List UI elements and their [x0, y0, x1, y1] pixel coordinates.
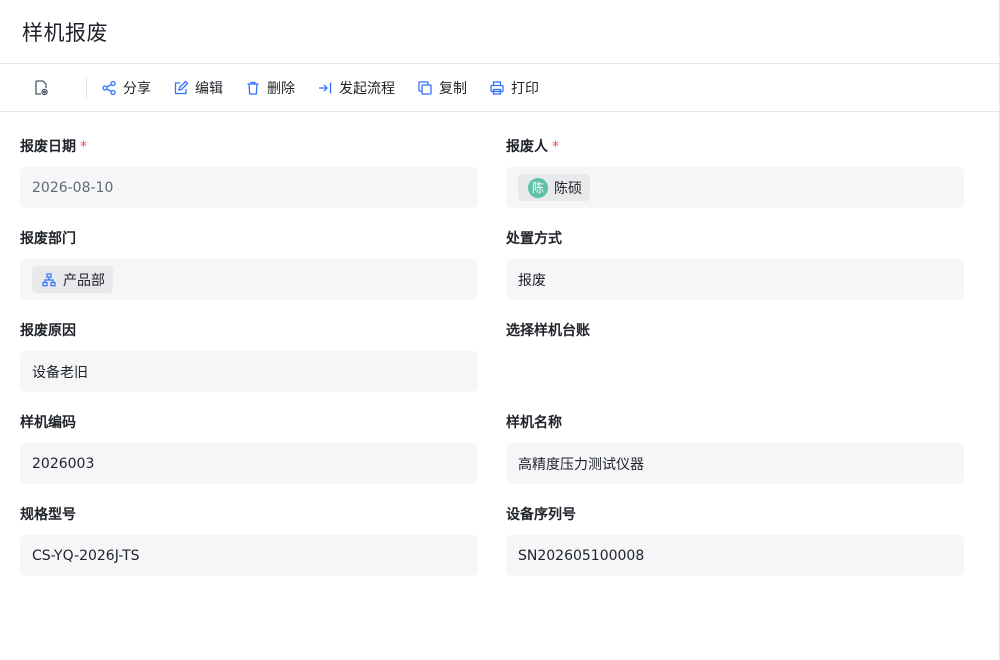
user-name: 陈硕: [554, 180, 582, 197]
ledger-label: 选择样机台账: [506, 323, 590, 339]
record-window: 样机报废 分享 编辑 删除 发起流程 复制 打印 报废日期 * 2026-08-…: [0, 0, 1000, 660]
toolbar: 分享 编辑 删除 发起流程 复制 打印: [0, 64, 999, 112]
field-scrap-dept: 报废部门 产品部: [20, 219, 478, 311]
page-title: 样机报废: [22, 20, 108, 45]
disposal-select[interactable]: 报废: [506, 259, 964, 300]
share-button[interactable]: 分享: [101, 78, 151, 98]
model-input[interactable]: CS-YQ-2026J-TS: [20, 535, 478, 576]
org-chart-icon: [42, 272, 56, 287]
name-input[interactable]: 高精度压力测试仪器: [506, 443, 964, 484]
start-flow-label: 发起流程: [339, 80, 395, 97]
serial-input[interactable]: SN202605100008: [506, 535, 964, 576]
department-chip[interactable]: 产品部: [32, 266, 113, 293]
edit-icon: [173, 80, 195, 96]
field-code: 样机编码 2026003: [20, 403, 478, 495]
start-flow-button[interactable]: 发起流程: [317, 78, 395, 98]
model-label: 规格型号: [20, 507, 76, 523]
required-mark: *: [80, 139, 87, 155]
copy-button[interactable]: 复制: [417, 78, 467, 98]
field-serial: 设备序列号 SN202605100008: [506, 495, 964, 587]
scrap-dept-label: 报废部门: [20, 231, 76, 247]
copy-label: 复制: [439, 80, 467, 97]
print-button[interactable]: 打印: [489, 78, 539, 98]
field-label: 报废人 *: [506, 127, 964, 167]
scrap-date-label: 报废日期: [20, 139, 76, 155]
scrap-person-input[interactable]: 陈 陈硕: [506, 167, 964, 208]
scrap-person-label: 报废人: [506, 139, 548, 155]
print-label: 打印: [511, 80, 539, 97]
field-scrap-person: 报废人 * 陈 陈硕: [506, 127, 964, 219]
serial-label: 设备序列号: [506, 507, 576, 523]
toolbar-divider: [86, 76, 87, 99]
edit-label: 编辑: [195, 80, 223, 97]
scrap-dept-input[interactable]: 产品部: [20, 259, 478, 300]
name-label: 样机名称: [506, 415, 562, 431]
trash-icon: [245, 80, 267, 96]
reason-label: 报废原因: [20, 323, 76, 339]
field-disposal: 处置方式 报废: [506, 219, 964, 311]
edit-button[interactable]: 编辑: [173, 78, 223, 98]
copy-icon: [417, 80, 439, 96]
required-mark: *: [552, 139, 559, 155]
page-header: 样机报废: [0, 0, 999, 64]
reason-input[interactable]: 设备老旧: [20, 351, 478, 392]
delete-button[interactable]: 删除: [245, 78, 295, 98]
scrap-date-input[interactable]: 2026-08-10: [20, 167, 478, 208]
share-icon: [101, 80, 123, 96]
delete-label: 删除: [267, 80, 295, 97]
field-model: 规格型号 CS-YQ-2026J-TS: [20, 495, 478, 587]
code-input[interactable]: 2026003: [20, 443, 478, 484]
ledger-select[interactable]: [506, 351, 964, 392]
user-chip[interactable]: 陈 陈硕: [518, 174, 590, 201]
field-ledger: 选择样机台账: [506, 311, 964, 403]
share-label: 分享: [123, 80, 151, 97]
disposal-label: 处置方式: [506, 231, 562, 247]
field-name: 样机名称 高精度压力测试仪器: [506, 403, 964, 495]
avatar: 陈: [528, 177, 548, 198]
field-scrap-date: 报废日期 * 2026-08-10: [20, 127, 478, 219]
view-file-icon[interactable]: [30, 77, 52, 99]
field-label: 报废日期 *: [20, 127, 478, 167]
scrap-form: 报废日期 * 2026-08-10 报废人 * 陈 陈硕 报废部门 产品部 处置…: [20, 127, 964, 587]
code-label: 样机编码: [20, 415, 76, 431]
department-name: 产品部: [63, 272, 105, 289]
printer-icon: [489, 80, 511, 96]
field-reason: 报废原因 设备老旧: [20, 311, 478, 403]
login-arrow-icon: [317, 80, 339, 96]
